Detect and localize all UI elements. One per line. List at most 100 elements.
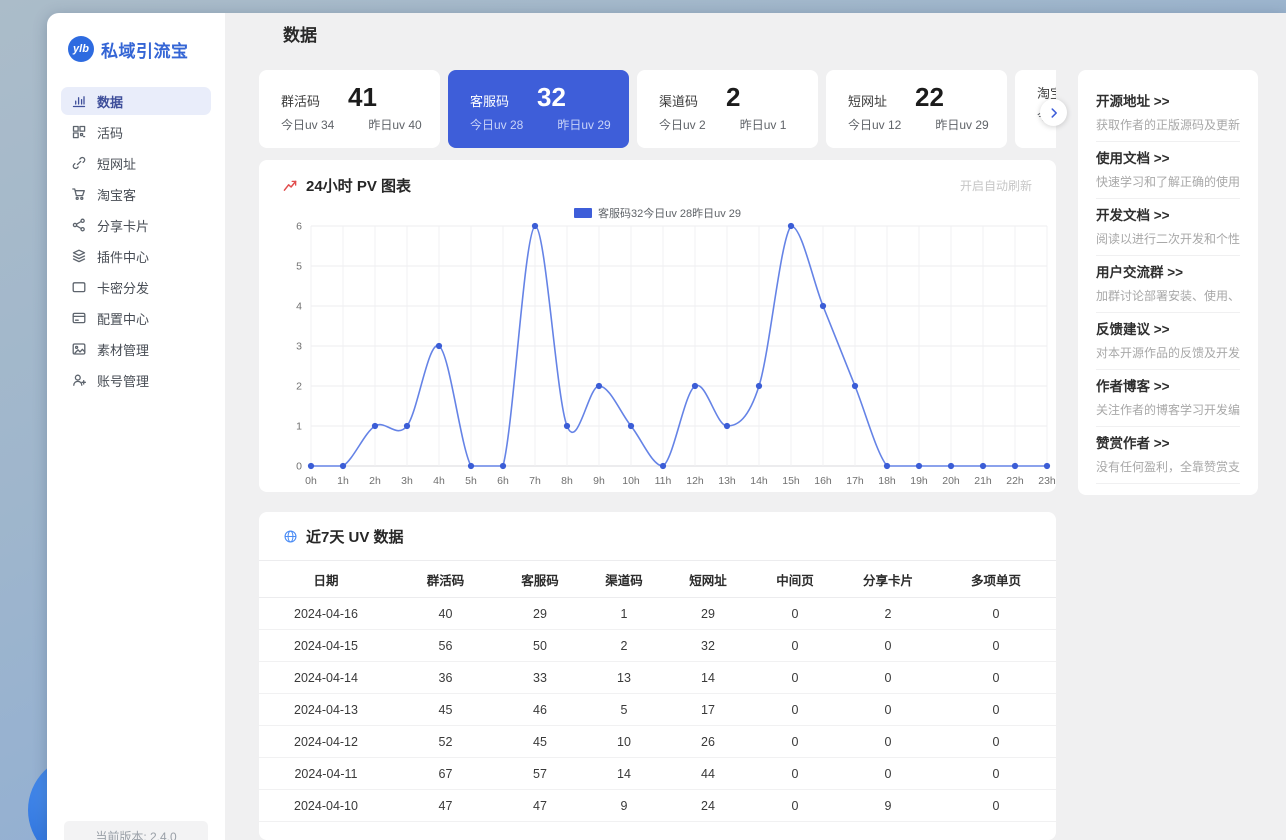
table-cell: 14 [582,758,666,790]
sidebar-item-layers[interactable]: 插件中心 [61,242,211,270]
svg-text:18h: 18h [878,475,896,487]
quick-link-2[interactable]: 使用文档 >> 快速学习和了解正确的使用姿... [1096,151,1240,199]
table-row: 2024-04-134546517000 [259,694,1056,726]
table-cell: 14 [666,662,750,694]
sidebar-item-label: 淘宝客 [97,185,136,204]
svg-text:16h: 16h [814,475,832,487]
trend-chart-icon [283,178,298,193]
table-cell: 9 [840,790,936,822]
quick-link-3[interactable]: 开发文档 >> 阅读以进行二次开发和个性化... [1096,208,1240,256]
stat-card-yesterday-uv: 昨日uv 29 [935,116,988,133]
table-cell: 2024-04-15 [259,630,393,662]
table-cell: 0 [936,662,1056,694]
globe-icon [283,529,298,544]
table-cell: 1 [582,598,666,630]
svg-text:11h: 11h [655,475,672,487]
pv-line-chart: 01234560h1h2h3h4h5h6h7h8h9h10h11h12h13h1… [259,222,1056,492]
quick-link-5[interactable]: 反馈建议 >> 对本开源作品的反馈及开发建... [1096,322,1240,370]
table-row: 2024-04-104747924090 [259,790,1056,822]
svg-text:15h: 15h [782,475,800,487]
stat-card-4[interactable]: 短网址 22 今日uv 12 昨日uv 29 [826,70,1007,148]
table-cell: 0 [936,726,1056,758]
sidebar-item-label: 分享卡片 [97,216,149,235]
quick-link-7[interactable]: 赞赏作者 >> 没有任何盈利，全靠赞赏支持... [1096,436,1240,484]
sidebar-item-card[interactable]: 卡密分发 [61,273,211,301]
table-column-header: 短网址 [666,561,750,598]
sidebar-item-share[interactable]: 分享卡片 [61,211,211,239]
sidebar-item-cart[interactable]: 淘宝客 [61,180,211,208]
stat-card-top-row: 渠道码 2 [659,83,802,111]
stat-cards-scroller: 群活码 41 今日uv 34 昨日uv 40 客服码 32 今日uv 28 昨日… [259,70,1056,148]
stat-card-value: 22 [915,83,944,111]
sidebar-item-label: 短网址 [97,154,136,173]
sidebar-item-image[interactable]: 素材管理 [61,335,211,363]
table-cell: 50 [498,630,582,662]
table-cell: 29 [666,598,750,630]
sidebar-item-user[interactable]: 账号管理 [61,366,211,394]
table-cell: 13 [582,662,666,694]
sidebar-item-link[interactable]: 短网址 [61,149,211,177]
stat-card-sub-row: 今日uv 2 昨日uv 1 [659,116,802,133]
logo-title: 私域引流宝 [101,37,189,62]
stat-card-1[interactable]: 群活码 41 今日uv 34 昨日uv 40 [259,70,440,148]
stat-card-label: 渠道码 [659,91,698,110]
cards-scroll-next-button[interactable] [1040,99,1067,126]
app-logo: ylb 私域引流宝 [47,36,225,62]
layers-icon [71,248,87,264]
link-icon [71,155,87,171]
quick-link-description: 快速学习和了解正确的使用姿... [1096,175,1240,189]
table-cell: 57 [498,758,582,790]
sidebar-item-label: 账号管理 [97,371,149,390]
table-cell: 17 [666,694,750,726]
quick-link-6[interactable]: 作者博客 >> 关注作者的博客学习开发编程... [1096,379,1240,427]
chart-legend[interactable]: 客服码32今日uv 28昨日uv 29 [283,205,1032,221]
config-icon [71,310,87,326]
table-row: 2024-04-1167571444000 [259,758,1056,790]
auto-refresh-toggle[interactable]: 开启自动刷新 [960,177,1032,194]
table-cell: 24 [666,790,750,822]
table-cell: 46 [498,694,582,726]
qrcode-icon [71,124,87,140]
pv-chart-title: 24小时 PV 图表 [306,175,411,196]
table-cell: 36 [393,662,498,694]
sidebar-item-label: 卡密分发 [97,278,149,297]
svg-text:6: 6 [296,222,302,233]
pv-chart-header: 24小时 PV 图表 开启自动刷新 [283,175,1032,196]
table-cell: 29 [498,598,582,630]
table-cell: 45 [393,694,498,726]
sidebar-item-chart[interactable]: 数据 [61,87,211,115]
table-row: 2024-04-155650232000 [259,630,1056,662]
quick-link-4[interactable]: 用户交流群 >> 加群讨论部署安装、使用、开... [1096,265,1240,313]
quick-links-panel: 开源地址 >> 获取作者的正版源码及更新动... 使用文档 >> 快速学习和了解正… [1078,70,1258,495]
table-cell: 44 [666,758,750,790]
stat-card-sub-row: 今日uv 28 昨日uv 29 [470,116,613,133]
svg-text:5: 5 [296,261,302,273]
stat-card-top-row: 短网址 22 [848,83,991,111]
table-cell: 0 [750,630,840,662]
table-cell: 2024-04-13 [259,694,393,726]
quick-link-title: 开发文档 >> [1096,208,1240,224]
stat-card-yesterday-uv: 昨日uv 1 [740,116,787,133]
stat-card-today-uv: 今日uv 28 [470,116,523,133]
table-cell: 10 [582,726,666,758]
table-cell: 5 [582,694,666,726]
table-cell: 0 [840,758,936,790]
stat-card-3[interactable]: 渠道码 2 今日uv 2 昨日uv 1 [637,70,818,148]
main-content: 数据 群活码 41 今日uv 34 昨日uv 40 客服码 32 今日uv 28… [225,13,1286,840]
svg-text:5h: 5h [465,475,477,487]
stat-card-today-uv: 今日uv 2 [659,116,706,133]
sidebar-item-config[interactable]: 配置中心 [61,304,211,332]
uv-table-header: 近7天 UV 数据 [259,526,1056,560]
quick-link-1[interactable]: 开源地址 >> 获取作者的正版源码及更新动... [1096,94,1240,142]
table-column-header: 多项单页 [936,561,1056,598]
table-column-header: 客服码 [498,561,582,598]
table-cell: 0 [750,790,840,822]
svg-text:20h: 20h [942,475,960,487]
chart-icon [71,93,87,109]
svg-text:0h: 0h [305,475,317,487]
sidebar-item-qrcode[interactable]: 活码 [61,118,211,146]
user-icon [71,372,87,388]
stat-card-2[interactable]: 客服码 32 今日uv 28 昨日uv 29 [448,70,629,148]
table-header-row: 日期群活码客服码渠道码短网址中间页分享卡片多项单页 [259,561,1056,598]
svg-text:14h: 14h [750,475,768,487]
